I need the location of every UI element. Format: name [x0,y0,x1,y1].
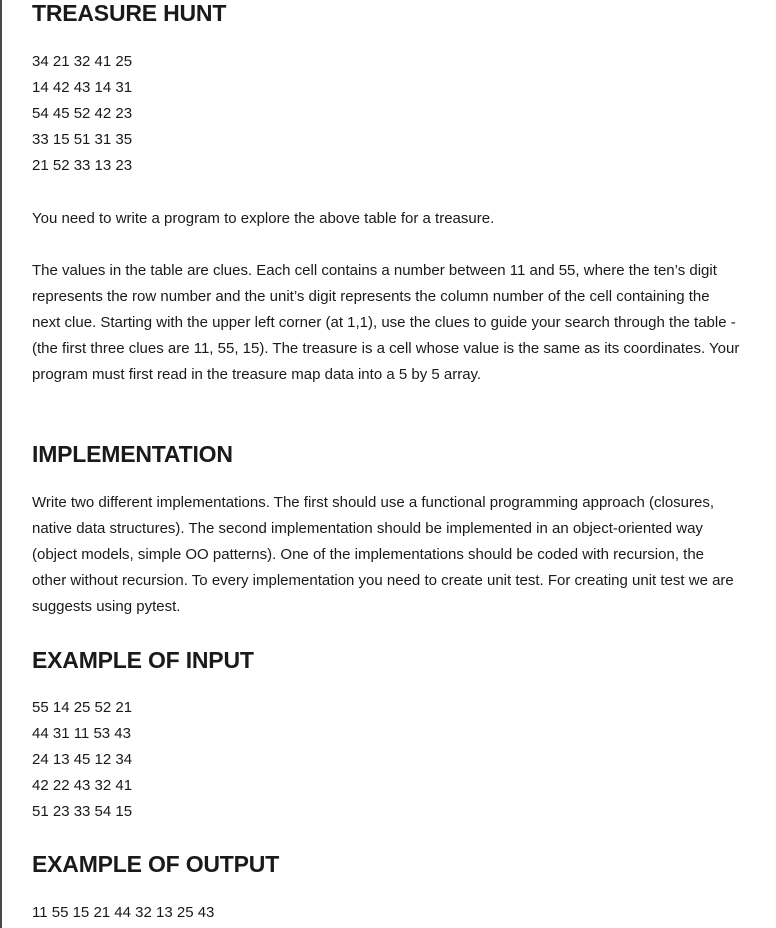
table-row: 24 13 45 12 34 [32,751,133,768]
example-output-text: 11 55 15 21 44 32 13 25 43 [32,904,215,921]
section-title-treasure-hunt: TREASURE HUNT [32,0,227,26]
table-row: 21 52 33 13 23 [32,157,133,174]
table-row: 33 15 51 31 35 [32,131,133,148]
table-row: 34 21 32 41 25 [32,53,133,70]
section-title-example-output: EXAMPLE OF OUTPUT [32,851,280,877]
table-row: 44 31 11 53 43 [32,725,131,742]
description-paragraph: The values in the table are clues. Each … [32,262,740,383]
table-row: 51 23 33 54 15 [32,803,133,820]
section-title-implementation: IMPLEMENTATION [32,441,233,467]
document-page: TREASURE HUNT 34 21 32 41 25 14 42 43 14… [0,0,776,928]
treasure-map-table: 34 21 32 41 25 14 42 43 14 31 54 45 52 4… [32,49,132,179]
table-row: 14 42 43 14 31 [32,79,133,96]
table-row: 54 45 52 42 23 [32,105,133,122]
table-row: 42 22 43 32 41 [32,777,133,794]
example-input-table: 55 14 25 52 21 44 31 11 53 43 24 13 45 1… [32,695,132,825]
section-title-example-input: EXAMPLE OF INPUT [32,647,254,673]
table-row: 55 14 25 52 21 [32,699,133,716]
implementation-paragraph: Write two different implementations. The… [32,494,734,615]
intro-paragraph: You need to write a program to explore t… [32,210,495,227]
